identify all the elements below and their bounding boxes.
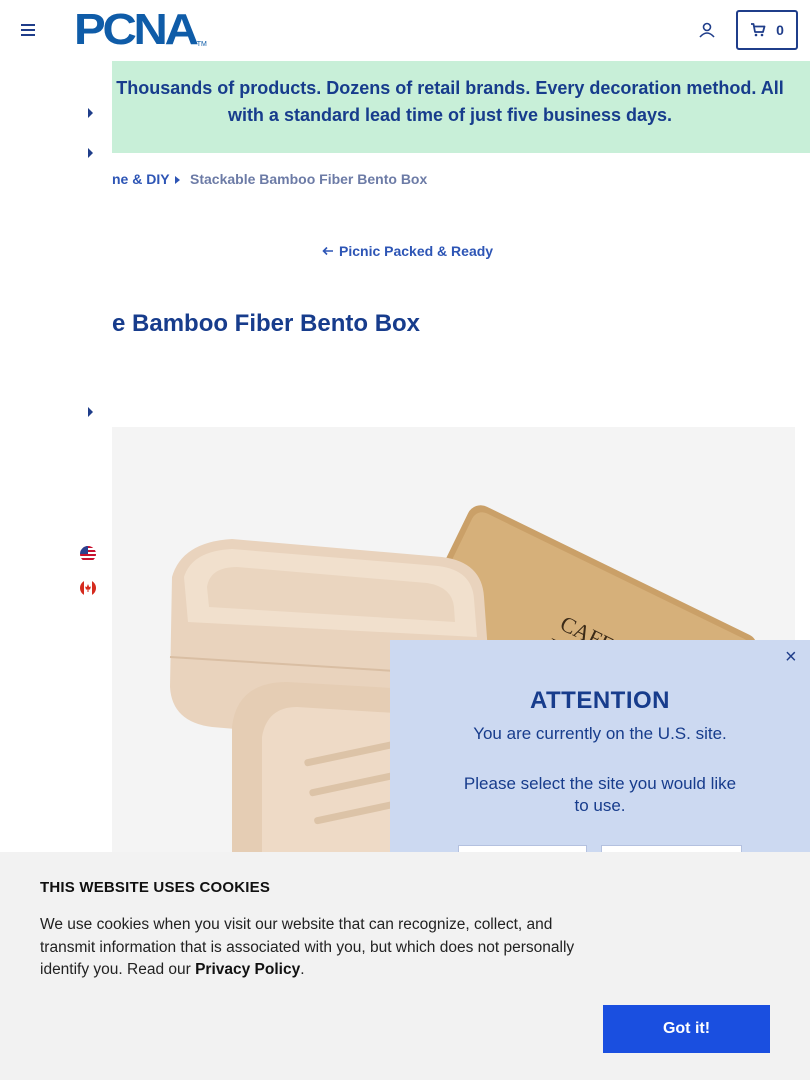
cookie-period: . xyxy=(300,961,305,978)
account-icon[interactable] xyxy=(697,20,717,40)
caret-right-icon[interactable] xyxy=(88,407,93,417)
cookie-text: We use cookies when you visit our websit… xyxy=(40,914,610,982)
cookie-body: We use cookies when you visit our websit… xyxy=(40,916,575,978)
modal-current-site-text: You are currently on the U.S. site. xyxy=(473,724,727,743)
cookie-title: THIS WEBSITE USES COOKIES xyxy=(40,879,271,896)
cart-button[interactable]: 0 xyxy=(736,10,798,50)
breadcrumb-parent-link[interactable]: ne & DIY xyxy=(112,171,170,187)
pcna-logo[interactable]: PCNA TM xyxy=(74,5,207,54)
breadcrumb-current: Stackable Bamboo Fiber Bento Box xyxy=(190,171,428,187)
logo-trademark: TM xyxy=(196,41,207,48)
side-menu-strip xyxy=(0,61,112,861)
modal-select-site-text: Please select the site you would like to… xyxy=(463,774,737,815)
accept-cookies-button[interactable]: Got it! xyxy=(603,1005,770,1053)
caret-right-icon[interactable] xyxy=(88,148,93,158)
promo-text: Thousands of products. Dozens of retail … xyxy=(116,78,784,125)
back-link[interactable]: Picnic Packed & Ready xyxy=(322,243,493,259)
caret-right-icon xyxy=(175,176,180,184)
site-header: PCNA TM 0 xyxy=(0,0,810,61)
back-arrow-icon xyxy=(322,246,333,256)
modal-title: ATTENTION xyxy=(529,687,671,714)
back-link-label: Picnic Packed & Ready xyxy=(339,243,494,259)
logo-wordmark: PCNA xyxy=(74,5,199,54)
cart-icon xyxy=(751,23,766,37)
product-title: e Bamboo Fiber Bento Box xyxy=(112,310,421,337)
menu-icon[interactable] xyxy=(18,20,38,40)
cart-count: 0 xyxy=(776,22,784,38)
site-selector-modal xyxy=(390,640,810,855)
caret-right-icon[interactable] xyxy=(88,108,93,118)
privacy-policy-link[interactable]: Privacy Policy xyxy=(195,961,300,978)
us-flag-icon[interactable] xyxy=(80,546,96,562)
ca-flag-icon[interactable] xyxy=(80,580,96,596)
promo-banner: Thousands of products. Dozens of retail … xyxy=(0,61,810,153)
close-icon[interactable]: × xyxy=(785,647,797,667)
